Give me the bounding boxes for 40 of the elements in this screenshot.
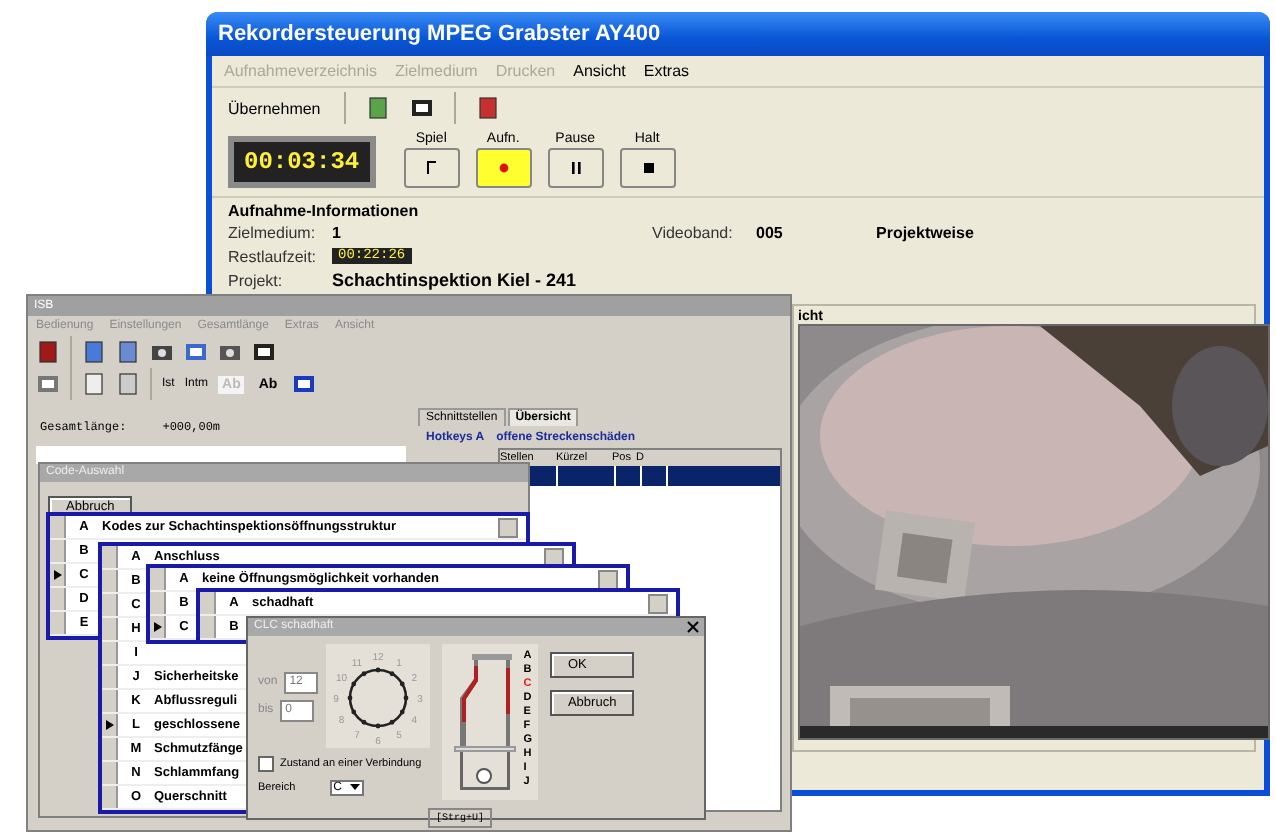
film-icon[interactable] bbox=[252, 340, 276, 364]
document-icon[interactable] bbox=[366, 96, 391, 120]
caret-icon bbox=[350, 782, 360, 792]
row-pointer-icon[interactable] bbox=[150, 616, 166, 638]
time-display: 00:03:34 bbox=[228, 136, 376, 188]
field-label: Restlaufzeit: bbox=[228, 247, 319, 265]
field-label: Videoband: bbox=[652, 223, 735, 241]
field-value: 1 bbox=[332, 223, 343, 241]
play-icon bbox=[421, 156, 442, 180]
row-pointer-icon[interactable] bbox=[102, 714, 118, 736]
field-label: Projekt: bbox=[228, 271, 285, 289]
document-icon[interactable] bbox=[82, 372, 106, 396]
menu-item[interactable]: Ansicht bbox=[573, 62, 626, 80]
section-title: Aufnahme-Informationen bbox=[228, 202, 421, 220]
field-label: Zielmedium: bbox=[228, 223, 318, 241]
play-button[interactable] bbox=[403, 148, 460, 188]
monitor-icon[interactable] bbox=[291, 372, 316, 396]
close-icon[interactable] bbox=[686, 620, 700, 634]
dropdown-button[interactable] bbox=[598, 569, 618, 589]
toolbar-button[interactable]: Übernehmen bbox=[224, 97, 325, 119]
field-value: 005 bbox=[756, 223, 785, 241]
document-icon[interactable] bbox=[82, 340, 106, 364]
document-icon[interactable] bbox=[116, 372, 140, 396]
pause-button[interactable] bbox=[547, 148, 604, 188]
menu-item[interactable]: Extras bbox=[643, 62, 690, 80]
window-title: Rekordersteuerung MPEG Grabster AY400 bbox=[206, 12, 1270, 56]
checkbox[interactable] bbox=[258, 756, 274, 772]
document-icon[interactable] bbox=[116, 340, 140, 364]
field-value: Schachtinspektion Kiel - 241 bbox=[332, 270, 577, 290]
field-value: Projektweise bbox=[876, 223, 976, 241]
camera-icon[interactable] bbox=[150, 340, 174, 364]
clock-dial bbox=[347, 667, 408, 729]
film-icon[interactable] bbox=[410, 96, 435, 120]
camera-icon[interactable] bbox=[218, 340, 242, 364]
stop-button[interactable] bbox=[619, 148, 676, 188]
manhole-drawing bbox=[453, 654, 516, 790]
dropdown-button[interactable] bbox=[544, 547, 564, 567]
record-button[interactable] bbox=[475, 148, 532, 188]
monitor-icon[interactable] bbox=[184, 340, 208, 364]
row-pointer-icon[interactable] bbox=[50, 564, 66, 586]
